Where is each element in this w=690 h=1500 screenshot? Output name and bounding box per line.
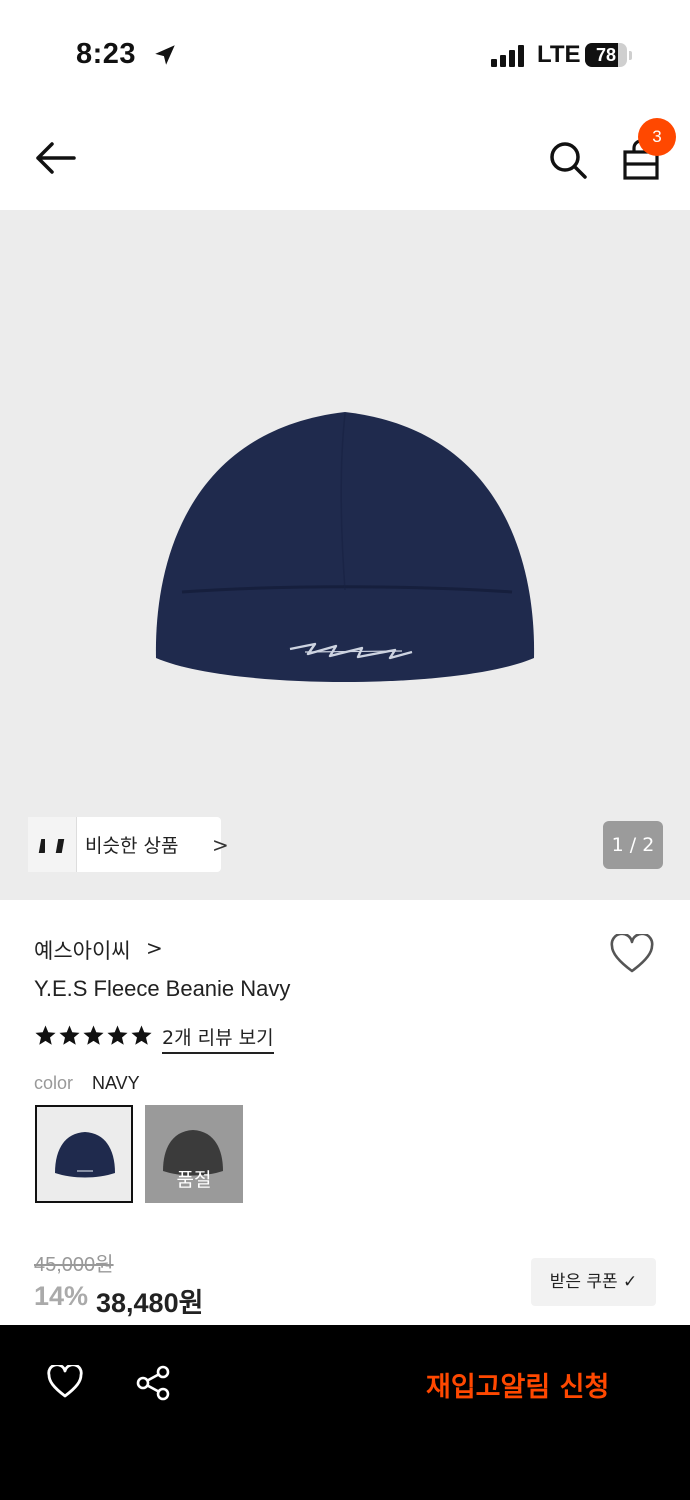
star-icon [107, 1025, 128, 1045]
swatch-beanie-navy-icon [55, 1132, 115, 1178]
status-time: 8:23 [76, 38, 137, 70]
sale-price: 38,480원 [96, 1288, 204, 1318]
star-icon [131, 1025, 152, 1045]
similar-products-button[interactable]: 비슷한 상품 > [28, 817, 229, 872]
similar-products-label: 비슷한 상품 [85, 835, 179, 857]
signal-icon [491, 45, 524, 67]
location-arrow-icon [155, 45, 175, 65]
cart-count-badge: 3 [638, 118, 676, 156]
wishlist-heart-icon[interactable] [609, 934, 655, 974]
review-link[interactable]: 2개 리뷰 보기 [162, 1023, 274, 1054]
product-name: Y.E.S Fleece Beanie Navy [34, 976, 291, 1001]
brand-chevron-icon[interactable]: > [146, 936, 163, 960]
star-icon [35, 1025, 56, 1045]
product-image-gallery[interactable]: 비슷한 상품 > 1 / 2 [0, 210, 690, 900]
star-icon [59, 1025, 80, 1045]
similar-thumb [45, 817, 77, 872]
received-coupon-button[interactable]: 받은 쿠폰 ✓ [531, 1258, 656, 1306]
top-nav: 3 [0, 110, 690, 210]
product-beanie-image [155, 412, 535, 682]
battery-cap [629, 51, 632, 60]
network-label: LTE [537, 41, 581, 68]
search-icon[interactable] [548, 140, 588, 180]
brand-link[interactable]: 예스아이씨 [34, 935, 131, 965]
image-page-counter: 1 / 2 [603, 821, 663, 869]
back-arrow-icon[interactable] [30, 138, 78, 178]
color-option-value: NAVY [92, 1073, 140, 1093]
share-icon[interactable] [134, 1364, 172, 1402]
status-bar: 8:23 LTE 78 [0, 0, 690, 110]
discount-rate: 14% [34, 1281, 89, 1311]
rating-stars [34, 1024, 156, 1048]
chevron-right-icon: > [212, 833, 229, 857]
bottom-action-bar: 재입고알림 신청 [0, 1325, 690, 1500]
battery-icon: 78 [585, 43, 627, 67]
color-swatch-sold-out[interactable]: 품절 [145, 1105, 243, 1203]
original-price: 45,000원 [34, 1254, 114, 1276]
star-icon [83, 1025, 104, 1045]
color-option-label: color [34, 1073, 74, 1093]
sold-out-label: 품절 [176, 1169, 212, 1191]
heart-icon[interactable] [46, 1365, 84, 1399]
color-swatch-navy[interactable] [35, 1105, 133, 1203]
battery-percentage: 78 [595, 45, 617, 65]
restock-alert-button[interactable]: 재입고알림 신청 [426, 1365, 609, 1404]
